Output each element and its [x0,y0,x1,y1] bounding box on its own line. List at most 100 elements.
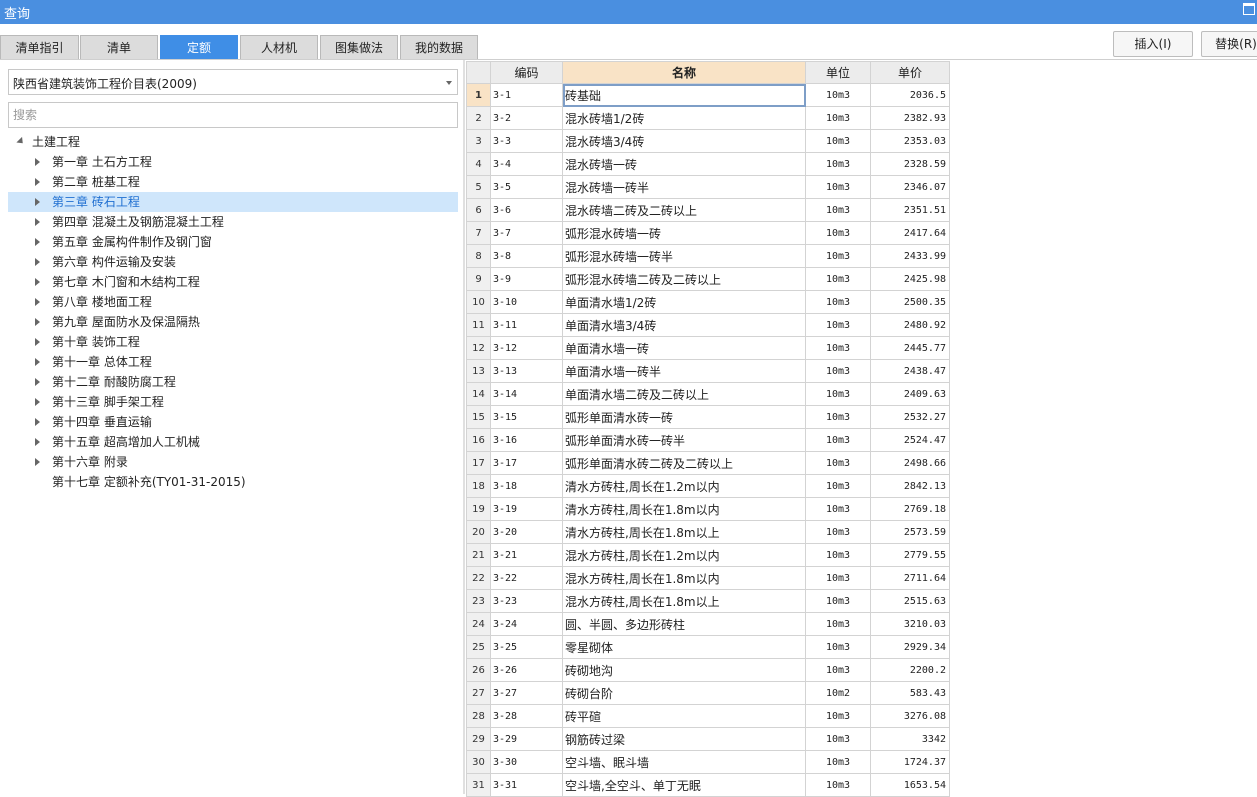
table-row[interactable]: 22 3-22 混水方砖柱,周长在1.8m以内 10m3 2711.64 [466,566,950,590]
name-cell[interactable]: 混水砖墙一砖 [562,152,806,176]
table-row[interactable]: 3 3-3 混水砖墙3/4砖 10m3 2353.03 [466,129,950,153]
code-cell[interactable]: 3-31 [490,773,563,797]
table-row[interactable]: 29 3-29 钢筋砖过梁 10m3 3342 [466,727,950,751]
unit-cell[interactable]: 10m3 [805,290,871,314]
row-number[interactable]: 30 [466,750,491,774]
tree-item[interactable]: 第八章 楼地面工程 [8,292,458,312]
expand-arrow-icon[interactable] [35,258,40,266]
unit-cell[interactable]: 10m3 [805,359,871,383]
unit-cell[interactable]: 10m3 [805,106,871,130]
price-cell[interactable]: 2500.35 [870,290,950,314]
table-row[interactable]: 20 3-20 清水方砖柱,周长在1.8m以上 10m3 2573.59 [466,520,950,544]
code-cell[interactable]: 3-29 [490,727,563,751]
name-cell[interactable]: 单面清水墙二砖及二砖以上 [562,382,806,406]
price-cell[interactable]: 1653.54 [870,773,950,797]
price-cell[interactable]: 3276.08 [870,704,950,728]
unit-cell[interactable]: 10m3 [805,612,871,636]
unit-cell[interactable]: 10m3 [805,520,871,544]
expand-arrow-icon[interactable] [35,398,40,406]
tree-item[interactable]: 第十四章 垂直运输 [8,412,458,432]
tab-quota[interactable]: 定额 [160,35,238,59]
code-cell[interactable]: 3-23 [490,589,563,613]
table-row[interactable]: 9 3-9 弧形混水砖墙二砖及二砖以上 10m3 2425.98 [466,267,950,291]
row-number[interactable]: 18 [466,474,491,498]
name-cell[interactable]: 砖基础 [562,83,806,107]
code-cell[interactable]: 3-3 [490,129,563,153]
tree-item[interactable]: 第七章 木门窗和木结构工程 [8,272,458,292]
row-number[interactable]: 1 [466,83,491,107]
code-cell[interactable]: 3-26 [490,658,563,682]
table-row[interactable]: 23 3-23 混水方砖柱,周长在1.8m以上 10m3 2515.63 [466,589,950,613]
unit-cell[interactable]: 10m3 [805,175,871,199]
table-row[interactable]: 16 3-16 弧形单面清水砖一砖半 10m3 2524.47 [466,428,950,452]
price-cell[interactable]: 1724.37 [870,750,950,774]
code-cell[interactable]: 3-2 [490,106,563,130]
price-cell[interactable]: 2036.5 [870,83,950,107]
code-cell[interactable]: 3-9 [490,267,563,291]
unit-cell[interactable]: 10m3 [805,566,871,590]
name-cell[interactable]: 砖砌台阶 [562,681,806,705]
unit-cell[interactable]: 10m3 [805,336,871,360]
price-cell[interactable]: 2480.92 [870,313,950,337]
row-number[interactable]: 23 [466,589,491,613]
table-row[interactable]: 18 3-18 清水方砖柱,周长在1.2m以内 10m3 2842.13 [466,474,950,498]
table-row[interactable]: 14 3-14 单面清水墙二砖及二砖以上 10m3 2409.63 [466,382,950,406]
code-cell[interactable]: 3-17 [490,451,563,475]
code-cell[interactable]: 3-20 [490,520,563,544]
price-cell[interactable]: 2929.34 [870,635,950,659]
table-row[interactable]: 6 3-6 混水砖墙二砖及二砖以上 10m3 2351.51 [466,198,950,222]
expand-arrow-icon[interactable] [35,458,40,466]
price-cell[interactable]: 2524.47 [870,428,950,452]
code-cell[interactable]: 3-14 [490,382,563,406]
code-cell[interactable]: 3-16 [490,428,563,452]
code-cell[interactable]: 3-15 [490,405,563,429]
table-row[interactable]: 1 3-1 砖基础 10m3 2036.5 [466,83,950,107]
unit-cell[interactable]: 10m3 [805,658,871,682]
name-cell[interactable]: 钢筋砖过梁 [562,727,806,751]
name-cell[interactable]: 砖砌地沟 [562,658,806,682]
code-cell[interactable]: 3-28 [490,704,563,728]
row-number[interactable]: 19 [466,497,491,521]
header-unit[interactable]: 单位 [805,61,871,84]
library-select[interactable]: 陕西省建筑装饰工程价目表(2009) [8,69,458,95]
name-cell[interactable]: 单面清水墙一砖 [562,336,806,360]
code-cell[interactable]: 3-11 [490,313,563,337]
price-cell[interactable]: 2328.59 [870,152,950,176]
row-number[interactable]: 6 [466,198,491,222]
unit-cell[interactable]: 10m3 [805,221,871,245]
name-cell[interactable]: 单面清水墙1/2砖 [562,290,806,314]
unit-cell[interactable]: 10m2 [805,681,871,705]
unit-cell[interactable]: 10m3 [805,635,871,659]
tree-item[interactable]: 第三章 砖石工程 [8,192,458,212]
table-row[interactable]: 27 3-27 砖砌台阶 10m2 583.43 [466,681,950,705]
row-number[interactable]: 12 [466,336,491,360]
tree-item[interactable]: 第十六章 附录 [8,452,458,472]
name-cell[interactable]: 零星砌体 [562,635,806,659]
tab-my-data[interactable]: 我的数据 [400,35,478,59]
code-cell[interactable]: 3-22 [490,566,563,590]
name-cell[interactable]: 混水砖墙一砖半 [562,175,806,199]
tree-item[interactable]: 第四章 混凝土及钢筋混凝土工程 [8,212,458,232]
chevron-down-icon[interactable] [446,81,452,85]
unit-cell[interactable]: 10m3 [805,727,871,751]
expand-arrow-icon[interactable] [35,418,40,426]
row-number[interactable]: 17 [466,451,491,475]
table-row[interactable]: 2 3-2 混水砖墙1/2砖 10m3 2382.93 [466,106,950,130]
row-number[interactable]: 15 [466,405,491,429]
tree-root[interactable]: 土建工程 [8,132,458,152]
price-cell[interactable]: 2445.77 [870,336,950,360]
unit-cell[interactable]: 10m3 [805,773,871,797]
table-row[interactable]: 30 3-30 空斗墙、眠斗墙 10m3 1724.37 [466,750,950,774]
header-price[interactable]: 单价 [870,61,950,84]
expand-arrow-icon[interactable] [35,238,40,246]
tab-bill-guide[interactable]: 清单指引 [0,35,79,59]
price-cell[interactable]: 2417.64 [870,221,950,245]
expand-arrow-icon[interactable] [35,358,40,366]
code-cell[interactable]: 3-12 [490,336,563,360]
price-cell[interactable]: 2425.98 [870,267,950,291]
price-cell[interactable]: 583.43 [870,681,950,705]
price-cell[interactable]: 2711.64 [870,566,950,590]
tree-item[interactable]: 第六章 构件运输及安装 [8,252,458,272]
table-row[interactable]: 8 3-8 弧形混水砖墙一砖半 10m3 2433.99 [466,244,950,268]
table-row[interactable]: 11 3-11 单面清水墙3/4砖 10m3 2480.92 [466,313,950,337]
